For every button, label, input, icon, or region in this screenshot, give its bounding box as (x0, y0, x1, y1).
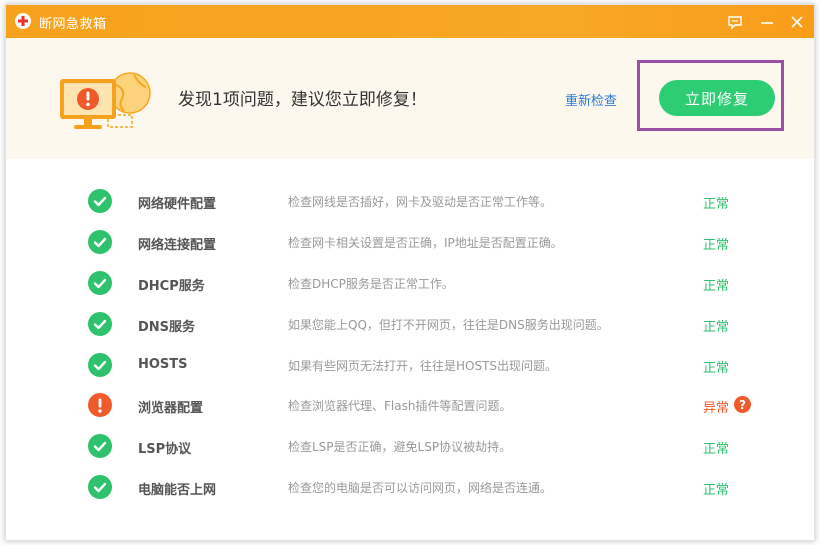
check-description: 检查DHCP服务是否正常工作。 (288, 277, 454, 291)
check-ok-icon (88, 189, 112, 213)
check-name: 电脑能否上网 (138, 483, 217, 498)
check-row-hosts: HOSTS 如果有些网页无法打开，往往是HOSTS出现问题。 正常 (6, 345, 814, 385)
check-status: 正常 (703, 197, 730, 212)
close-icon (791, 16, 803, 28)
check-row-browser: 浏览器配置 检查浏览器代理、Flash插件等配置问题。 异常 ? (6, 385, 814, 425)
check-row-dhcp: DHCP服务 检查DHCP服务是否正常工作。 正常 (6, 263, 814, 303)
check-name: DHCP服务 (138, 279, 205, 294)
check-name: 网络连接配置 (138, 238, 217, 253)
check-ok-icon (88, 271, 112, 295)
result-banner: 发现1项问题，建议您立即修复！ 重新检查 立即修复 (6, 38, 814, 159)
check-name: LSP协议 (138, 442, 192, 457)
check-row-dns: DNS服务 如果您能上QQ，但打不开网页，往往是DNS服务出现问题。 正常 (6, 304, 814, 344)
check-name: 浏览器配置 (138, 401, 204, 416)
check-description: 检查您的电脑是否可以访问网页，网络是否连通。 (288, 481, 553, 495)
check-description: 检查网卡相关设置是否正确，IP地址是否配置正确。 (288, 236, 563, 250)
check-row-lsp: LSP协议 检查LSP是否正确，避免LSP协议被劫持。 正常 (6, 426, 814, 466)
check-ok-icon (88, 230, 112, 254)
check-ok-icon (88, 434, 112, 458)
check-ok-icon (88, 312, 112, 336)
check-description: 如果有些网页无法打开，往往是HOSTS出现问题。 (288, 359, 558, 373)
check-row-hardware: 网络硬件配置 检查网线是否插好，网卡及驱动是否正常工作等。 正常 (6, 181, 814, 221)
check-name: DNS服务 (138, 320, 196, 335)
check-ok-icon (88, 475, 112, 499)
help-icon[interactable]: ? (734, 396, 751, 413)
check-status: 正常 (703, 279, 730, 294)
check-row-internet: 电脑能否上网 检查您的电脑是否可以访问网页，网络是否连通。 正常 (6, 467, 814, 507)
check-name: 网络硬件配置 (138, 197, 217, 212)
feedback-button[interactable] (724, 11, 746, 33)
first-aid-cross-icon (15, 13, 31, 29)
minimize-button[interactable] (756, 11, 778, 33)
check-status: 正常 (703, 442, 730, 457)
alert-icon (88, 393, 112, 417)
result-headline: 发现1项问题，建议您立即修复！ (178, 90, 427, 110)
check-name: HOSTS (138, 357, 188, 372)
check-status: 正常 (703, 320, 730, 335)
check-status: 正常 (703, 483, 730, 498)
app-window: 断网急救箱 发现1项问题，建议您立即修复！ 重新检查 立即修复 网络硬件配置 检… (5, 4, 815, 541)
recheck-link[interactable]: 重新检查 (565, 90, 617, 109)
check-description: 检查网线是否插好，网卡及驱动是否正常工作等。 (288, 195, 553, 209)
check-row-connection: 网络连接配置 检查网卡相关设置是否正确，IP地址是否配置正确。 正常 (6, 222, 814, 262)
close-button[interactable] (786, 11, 808, 33)
check-status: 异常 (703, 401, 730, 416)
check-status: 正常 (703, 238, 730, 253)
network-warning-illustration (56, 69, 152, 137)
check-description: 如果您能上QQ，但打不开网页，往往是DNS服务出现问题。 (288, 318, 609, 332)
check-status: 正常 (703, 361, 730, 376)
window-title: 断网急救箱 (39, 17, 107, 32)
fix-now-button[interactable]: 立即修复 (659, 80, 775, 116)
minimize-icon (761, 22, 773, 24)
feedback-icon (728, 16, 742, 30)
title-bar[interactable]: 断网急救箱 (6, 5, 814, 38)
check-ok-icon (88, 353, 112, 377)
check-description: 检查浏览器代理、Flash插件等配置问题。 (288, 399, 512, 413)
check-description: 检查LSP是否正确，避免LSP协议被劫持。 (288, 440, 512, 454)
